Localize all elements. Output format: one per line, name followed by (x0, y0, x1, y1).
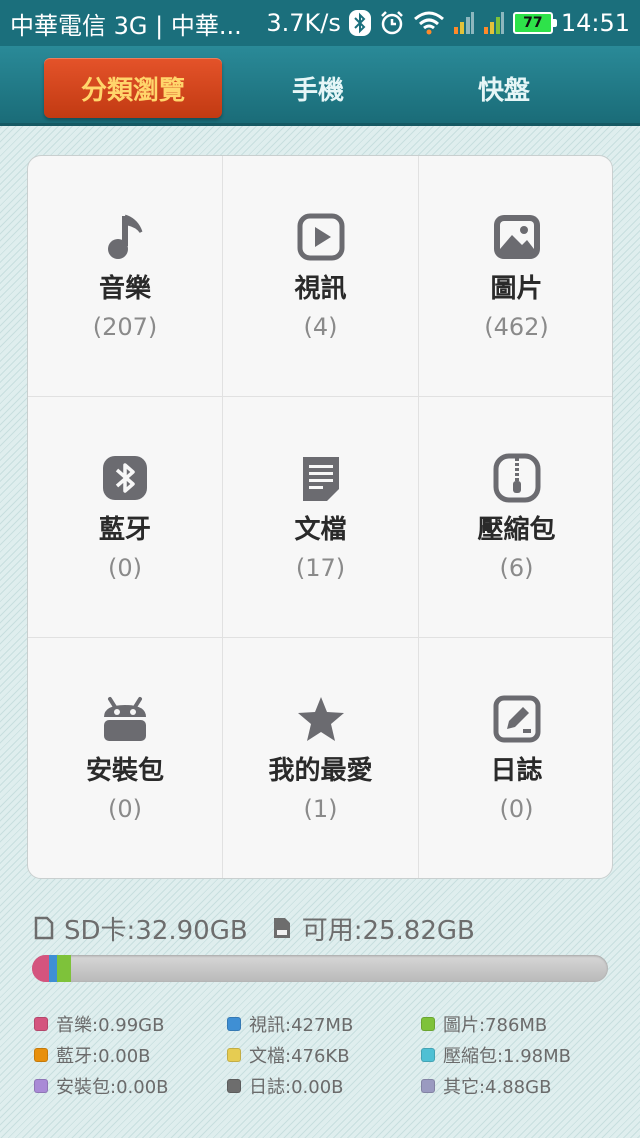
category-video[interactable]: 視訊 (4) (223, 156, 419, 397)
sd-total: SD卡:32.90GB (64, 915, 248, 946)
category-apk[interactable]: 安裝包 (0) (28, 638, 223, 878)
category-count: (207) (92, 313, 158, 341)
video-play-icon (296, 212, 346, 262)
category-count: (0) (108, 554, 142, 582)
image-icon (492, 212, 542, 262)
usage-segment (32, 955, 50, 982)
tab-category-browse[interactable]: 分類瀏覽 (44, 58, 222, 118)
android-icon (100, 694, 150, 744)
category-label: 音樂 (98, 274, 151, 304)
category-label: 日誌 (490, 756, 543, 786)
signal-icon-1 (453, 11, 475, 35)
legend-swatch (420, 1047, 435, 1062)
legend-label: 文檔:476KB (249, 1045, 350, 1067)
storage-legend: 音樂:0.99GB 視訊:427MB 圖片:786MB 藍牙:0.00B 文檔:… (34, 1008, 614, 1101)
alarm-icon (379, 10, 405, 36)
category-label: 安裝包 (85, 756, 164, 786)
category-documents[interactable]: 文檔 (17) (223, 397, 419, 638)
category-label: 視訊 (294, 274, 347, 304)
legend-swatch (34, 1047, 48, 1062)
legend-label: 安裝包:0.00B (56, 1076, 169, 1098)
bluetooth-icon (100, 453, 150, 503)
sd-card-icon (34, 916, 54, 940)
legend-item-logs: 日誌:0.00B (227, 1073, 421, 1099)
legend-item-pictures: 圖片:786MB (420, 1011, 614, 1037)
category-favorites[interactable]: 我的最愛 (1) (223, 638, 419, 878)
legend-swatch (227, 1016, 242, 1031)
legend-swatch (34, 1016, 48, 1031)
tab-bar: 分類瀏覽 手機 快盤 (0, 46, 640, 126)
legend-item-archives: 壓縮包:1.98MB (420, 1042, 614, 1068)
carrier-text: 中華電信 3G | 中華... (10, 11, 242, 40)
legend-swatch (420, 1078, 435, 1093)
storage-usage-bar (32, 955, 608, 982)
music-note-icon (100, 212, 150, 262)
storage-available-icon (272, 916, 292, 940)
category-count: (0) (108, 795, 142, 823)
legend-swatch (420, 1016, 435, 1031)
document-icon (296, 453, 346, 503)
legend-label: 音樂:0.99GB (56, 1014, 165, 1036)
category-count: (0) (499, 795, 534, 823)
battery-indicator: 77 (512, 12, 557, 34)
category-music[interactable]: 音樂 (207) (28, 156, 223, 397)
legend-label: 藍牙:0.00B (56, 1045, 151, 1067)
tab-kuaipan[interactable]: 快盤 (424, 58, 584, 118)
category-logs[interactable]: 日誌 (0) (419, 638, 612, 878)
category-pictures[interactable]: 圖片 (462) (419, 156, 612, 397)
usage-segment (49, 955, 57, 982)
legend-label: 圖片:786MB (442, 1014, 548, 1036)
legend-item-bluetooth: 藍牙:0.00B (34, 1042, 227, 1068)
legend-item-music: 音樂:0.99GB (34, 1011, 227, 1037)
storage-summary: SD卡:32.90GB 可用:25.82GB (34, 910, 614, 946)
legend-item-documents: 文檔:476KB (227, 1042, 421, 1068)
legend-swatch (227, 1047, 242, 1062)
category-count: (4) (303, 313, 338, 341)
status-indicators: 3.7K/s 77 14:51 (266, 9, 630, 37)
network-speed: 3.7K/s (266, 9, 341, 37)
legend-label: 其它:4.88GB (442, 1076, 552, 1098)
star-icon (296, 694, 346, 744)
tab-phone[interactable]: 手機 (238, 58, 398, 118)
category-label: 壓縮包 (477, 515, 556, 545)
signal-icon-2 (483, 11, 505, 35)
legend-label: 視訊:427MB (249, 1014, 354, 1036)
category-label: 文檔 (294, 515, 347, 545)
category-count: (17) (295, 554, 346, 582)
legend-swatch (34, 1078, 48, 1093)
category-bluetooth[interactable]: 藍牙 (0) (28, 397, 223, 638)
legend-label: 壓縮包:1.98MB (442, 1045, 572, 1067)
legend-item-other: 其它:4.88GB (420, 1073, 614, 1099)
category-archives[interactable]: 壓縮包 (6) (419, 397, 612, 638)
wifi-icon (413, 11, 445, 35)
legend-swatch (227, 1078, 242, 1093)
legend-item-apk: 安裝包:0.00B (34, 1073, 227, 1099)
category-count: (462) (484, 313, 549, 341)
archive-icon (492, 453, 542, 503)
category-grid: 音樂 (207) 視訊 (4) 圖片 (462) 藍牙 (0) 文檔 (17) … (27, 155, 613, 879)
category-label: 我的最愛 (268, 756, 373, 786)
category-count: (1) (303, 795, 338, 823)
legend-label: 日誌:0.00B (249, 1076, 344, 1098)
clock: 14:51 (560, 9, 630, 37)
category-label: 藍牙 (98, 515, 151, 545)
sd-available: 可用:25.82GB (301, 915, 475, 946)
bluetooth-status-icon (348, 10, 371, 36)
status-bar: 中華電信 3G | 中華... 3.7K/s 77 14:51 (0, 0, 640, 46)
log-edit-icon (492, 694, 542, 744)
category-count: (6) (499, 554, 534, 582)
category-label: 圖片 (490, 274, 543, 304)
usage-segment (56, 955, 71, 982)
legend-item-video: 視訊:427MB (227, 1011, 421, 1037)
